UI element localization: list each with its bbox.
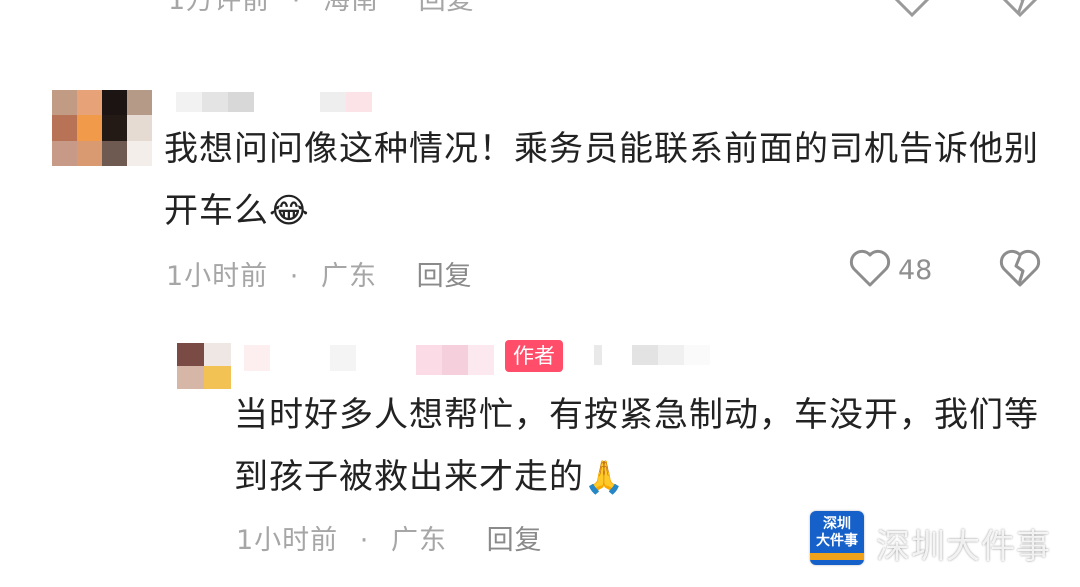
watermark-logo: 深圳 大件事 — [810, 511, 864, 565]
author-name[interactable] — [244, 345, 494, 375]
praying-hands-emoji: 🙏 — [584, 458, 625, 496]
watermark-logo-bar — [810, 553, 864, 560]
comment-location: 广东 — [320, 261, 377, 292]
watermark-logo-line1: 深圳 — [823, 516, 851, 532]
watermark-text: 深圳大件事 — [876, 527, 1051, 567]
prev-comment-meta: 1万评前 · 海南 回复 — [168, 0, 475, 17]
meta-separator: · — [289, 261, 300, 292]
reply-time: 1小时前 — [236, 525, 339, 556]
meta-separator: · — [359, 525, 370, 556]
commenter-name[interactable] — [176, 92, 372, 112]
like-button[interactable]: 48 — [848, 247, 932, 293]
author-badge: 作者 — [505, 340, 563, 372]
comment-reply-button[interactable]: 回复 — [417, 254, 473, 293]
laughing-tears-emoji: 😂 — [269, 191, 310, 231]
reply-location: 广东 — [390, 525, 447, 556]
meta-separator: · — [291, 0, 302, 16]
like-count: 48 — [898, 254, 933, 286]
comment-body: 我想问问像这种情况！乘务员能联系前面的司机告诉他别 开车么😂 — [164, 121, 1064, 239]
broken-heart-icon[interactable] — [998, 247, 1042, 293]
reply-text-line2: 到孩子被救出来才走的 — [234, 457, 584, 497]
comment-text-line1: 我想问问像这种情况！乘务员能联系前面的司机告诉他别 — [164, 129, 1039, 169]
prev-dislike-icon[interactable] — [998, 0, 1042, 22]
comment-meta: 1小时前 · 广东 回复 — [166, 254, 473, 293]
comment-time: 1小时前 — [166, 261, 269, 292]
reply-body: 当时好多人想帮忙，有按紧急制动，车没开，我们等 到孩子被救出来才走的🙏 — [234, 387, 1054, 505]
comment-text-line2: 开车么 — [164, 191, 269, 231]
author-avatar[interactable] — [177, 343, 231, 389]
author-name-suffix — [594, 345, 710, 365]
prev-comment-reply-button[interactable]: 回复 — [419, 0, 475, 17]
prev-comment-location: 海南 — [322, 0, 379, 16]
reply-meta: 1小时前 · 广东 回复 — [236, 518, 543, 557]
heart-outline-icon — [848, 247, 892, 293]
watermark-logo-line2: 大件事 — [816, 533, 858, 549]
prev-comment-time: 1万评前 — [168, 0, 271, 16]
prev-like-icon[interactable] — [890, 0, 934, 22]
reply-text-line1: 当时好多人想帮忙，有按紧急制动，车没开，我们等 — [234, 395, 1039, 435]
commenter-avatar[interactable] — [52, 90, 152, 166]
reply-reply-button[interactable]: 回复 — [487, 518, 543, 557]
